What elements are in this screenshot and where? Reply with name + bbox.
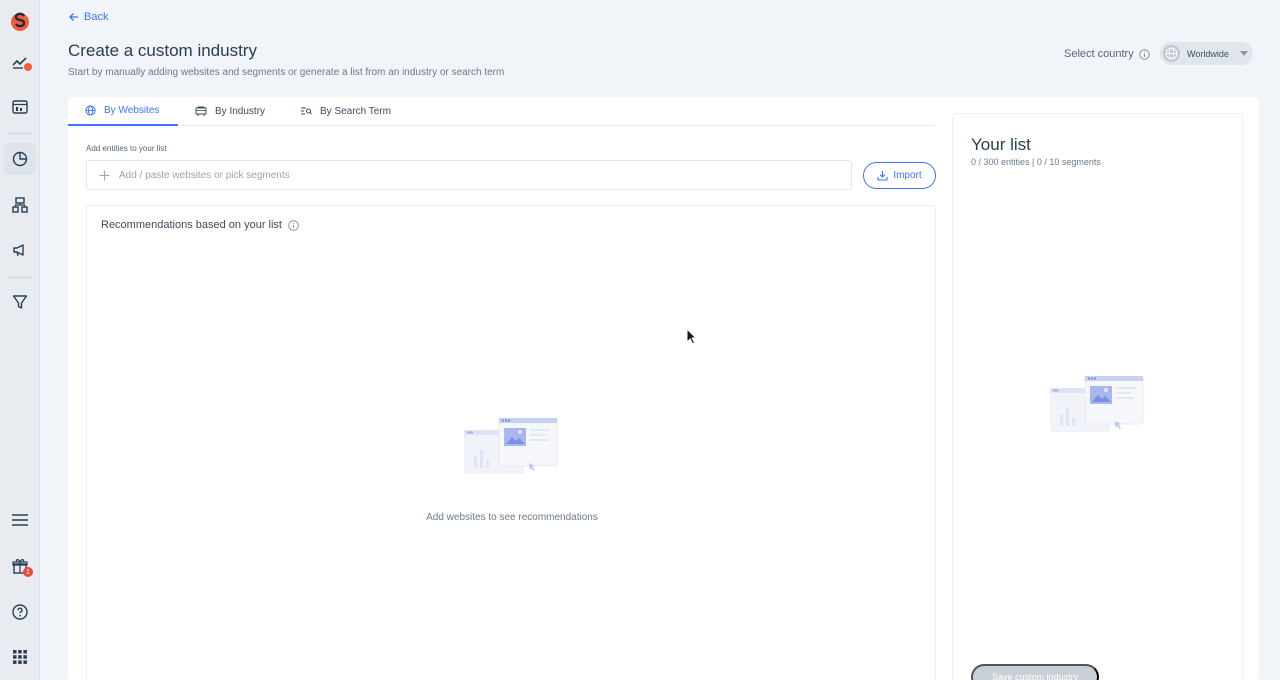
empty-state-illustration	[464, 418, 558, 474]
download-icon	[877, 171, 888, 181]
gift-icon[interactable]: 1	[4, 550, 36, 582]
recommendations-panel: Recommendations based on your list Add w…	[86, 205, 936, 680]
sidebar-divider	[8, 133, 32, 134]
recommendations-empty-text: Add websites to see recommendations	[426, 512, 598, 523]
trends-icon[interactable]	[4, 46, 36, 78]
back-link[interactable]: Back	[69, 11, 108, 23]
your-list-title: Your list	[971, 135, 1031, 154]
apps-grid-icon[interactable]	[4, 641, 36, 673]
pie-chart-icon[interactable]	[4, 143, 36, 175]
dashboard-icon[interactable]	[4, 91, 36, 123]
tab-by-websites[interactable]: By Websites	[68, 97, 178, 126]
your-list-panel: Your list 0 / 300 entities | 0 / 10 segm…	[952, 113, 1243, 680]
empty-list-illustration	[1050, 376, 1144, 432]
globe-icon	[1163, 45, 1180, 62]
page-subtitle: Start by manually adding websites and se…	[68, 67, 505, 78]
info-icon[interactable]	[1138, 48, 1150, 60]
save-custom-industry-button[interactable]: Save custom industry	[971, 664, 1099, 680]
main-card: By Websites By Industry By Search Term A…	[68, 97, 1259, 680]
sidebar: 1	[0, 0, 40, 680]
industry-icon	[195, 106, 207, 116]
country-value: Worldwide	[1187, 48, 1229, 59]
sidebar-divider	[8, 277, 32, 278]
add-entities-label: Add entities to your list	[86, 144, 167, 153]
brand-logo-icon[interactable]	[4, 6, 36, 38]
tab-bar: By Websites By Industry By Search Term	[68, 97, 935, 126]
tab-by-search-term[interactable]: By Search Term	[283, 97, 408, 126]
plus-icon	[99, 170, 110, 180]
import-button[interactable]: Import	[863, 162, 936, 189]
arrow-left-icon	[69, 13, 78, 21]
notification-dot	[24, 63, 32, 71]
mouse-cursor-icon	[686, 328, 698, 345]
add-entities-input[interactable]: Add / paste websites or pick segments	[86, 160, 852, 190]
country-select[interactable]: Worldwide	[1160, 42, 1253, 65]
page-title: Create a custom industry	[68, 41, 257, 60]
chevron-down-icon	[1239, 51, 1248, 56]
funnel-icon[interactable]	[4, 286, 36, 318]
your-list-count: 0 / 300 entities | 0 / 10 segments	[971, 157, 1101, 167]
gift-badge: 1	[23, 567, 33, 577]
recommendations-title: Recommendations based on your list	[101, 219, 299, 231]
search-term-icon	[301, 107, 312, 115]
menu-icon[interactable]	[4, 504, 36, 536]
tab-by-industry[interactable]: By Industry	[178, 97, 282, 126]
help-icon[interactable]	[4, 596, 36, 628]
back-label: Back	[84, 11, 109, 23]
globe-icon	[85, 105, 96, 116]
megaphone-icon[interactable]	[4, 234, 36, 266]
select-country-label: Select country	[1064, 48, 1150, 60]
add-entities-placeholder: Add / paste websites or pick segments	[119, 169, 290, 181]
info-icon[interactable]	[288, 219, 299, 231]
hierarchy-icon[interactable]	[4, 189, 36, 221]
